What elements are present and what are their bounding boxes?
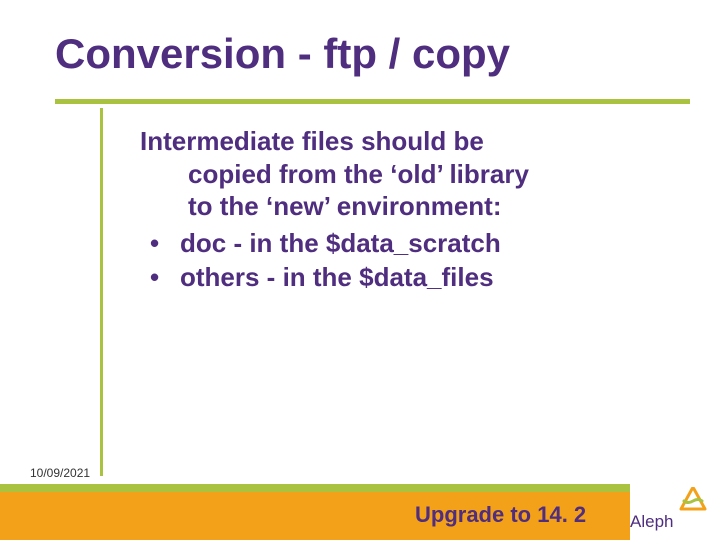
lead-paragraph: Intermediate files should be copied from… [140,125,665,223]
footer-title: Upgrade to 14. 2 [415,502,586,528]
lead-line-1: Intermediate files should be [140,126,484,156]
slide-date: 10/09/2021 [30,466,90,480]
aleph-logo-icon [678,487,708,511]
body-text: Intermediate files should be copied from… [140,125,665,294]
body-vertical-rule [100,108,103,476]
footer: Upgrade to 14. 2 Aleph [0,482,720,540]
lead-line-2: copied from the ‘old’ library [140,158,665,191]
footer-green-bar [0,484,630,492]
bullet-list: doc - in the $data_scratch others - in t… [140,227,665,294]
bullet-text: doc - in the $data_scratch [180,228,501,258]
slide: Conversion - ftp / copy Intermediate fil… [0,0,720,540]
lead-line-3: to the ‘new’ environment: [140,190,665,223]
slide-title: Conversion - ftp / copy [55,30,690,78]
title-underline [55,99,690,104]
bullet-text: others - in the $data_files [180,262,494,292]
bullet-item: others - in the $data_files [146,261,665,294]
bullet-item: doc - in the $data_scratch [146,227,665,260]
aleph-logo: Aleph [636,489,708,534]
aleph-logo-text: Aleph [630,512,673,532]
